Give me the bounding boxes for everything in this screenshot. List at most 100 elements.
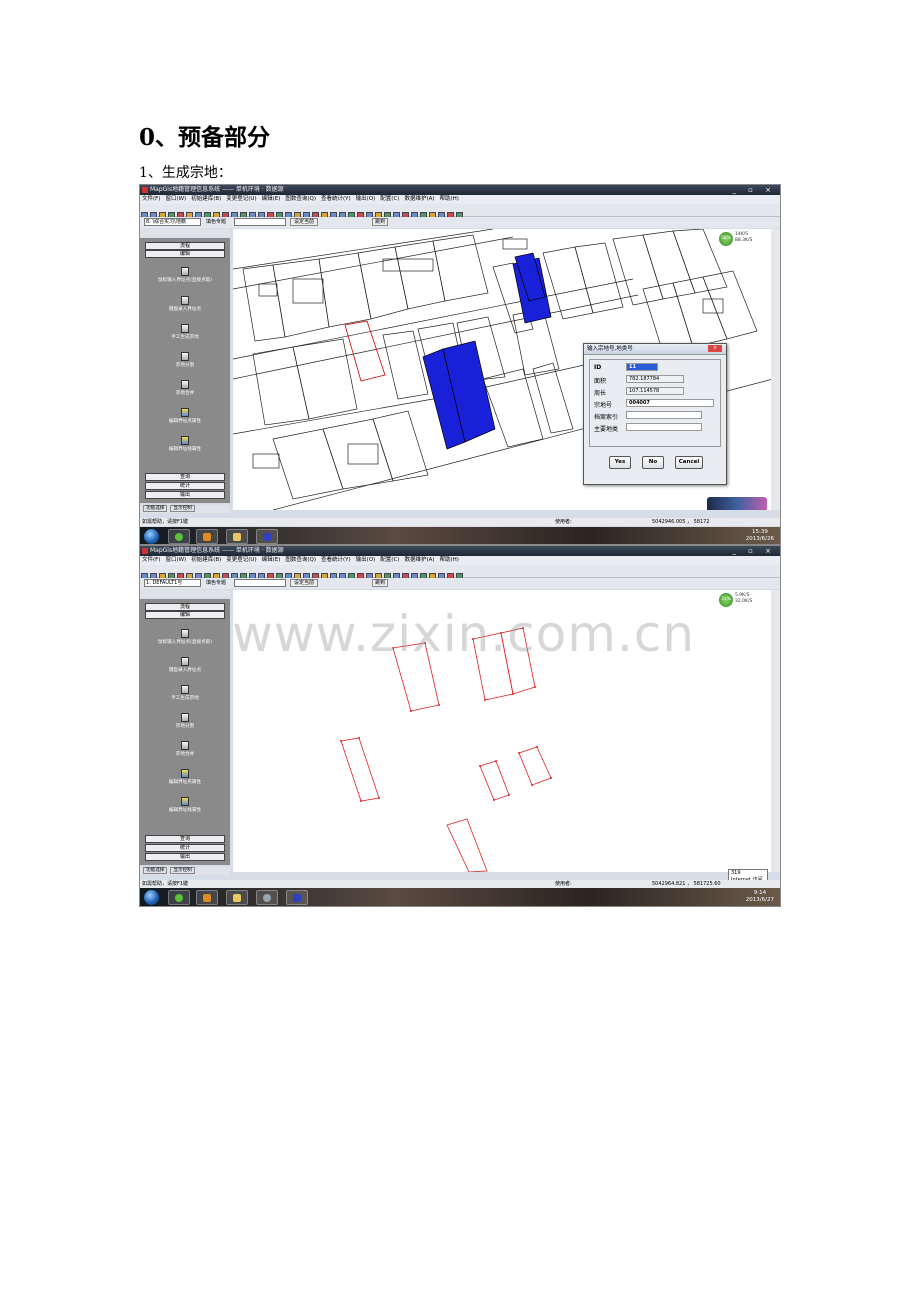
download-speed: 88.3K/S bbox=[735, 238, 753, 243]
menu-config[interactable]: 配置(C) bbox=[380, 557, 399, 563]
layer-select[interactable]: 1: DEFAULT1号 bbox=[144, 579, 201, 587]
dialog-close-icon[interactable]: × bbox=[708, 345, 722, 352]
panel-item-line-attr[interactable]: 编辑界址线属性 bbox=[145, 436, 225, 452]
cancel-button[interactable]: Cancel bbox=[675, 456, 703, 469]
archive-index-label: 档案索引 bbox=[594, 414, 619, 421]
status-user: 使用者: bbox=[555, 519, 572, 525]
no-button[interactable]: No bbox=[642, 456, 664, 469]
panel-process[interactable]: 流程 bbox=[145, 242, 225, 250]
parcel-number-field[interactable]: 004007 bbox=[626, 399, 714, 407]
layer-select[interactable]: 8: \综合实习\地籍 bbox=[144, 218, 201, 226]
panel-edit[interactable]: 编辑 bbox=[145, 611, 225, 619]
panel-query[interactable]: 查询 bbox=[145, 473, 225, 481]
menu-window[interactable]: 窗口(W) bbox=[165, 196, 186, 202]
land-type-field[interactable] bbox=[626, 423, 702, 431]
taskbar-explorer[interactable] bbox=[226, 529, 248, 544]
menu-output[interactable]: 输出(O) bbox=[356, 557, 376, 563]
start-icon[interactable] bbox=[144, 890, 159, 905]
panel-stats[interactable]: 统计 bbox=[145, 844, 225, 852]
theme-select[interactable] bbox=[234, 579, 286, 587]
menu-file[interactable]: 文件(F) bbox=[142, 557, 160, 563]
pick-button[interactable]: 跳到 bbox=[372, 579, 388, 587]
panel-tabs: 功能选择 显示控制 bbox=[140, 505, 230, 513]
tab-display[interactable]: 显示控制 bbox=[170, 867, 195, 874]
menu-change[interactable]: 变更登记(U) bbox=[226, 196, 256, 202]
window-controls[interactable]: _ ▫ × bbox=[732, 185, 776, 195]
panel-item-split[interactable]: 宗地分割 bbox=[145, 352, 225, 368]
network-percent: 58% bbox=[719, 232, 733, 246]
menu-help[interactable]: 帮助(H) bbox=[440, 557, 459, 563]
id-field[interactable]: 11 bbox=[626, 363, 658, 371]
panel-header bbox=[140, 229, 230, 237]
panel-item-manual-parcel[interactable]: 手工生成宗地 bbox=[145, 324, 225, 340]
menu-init[interactable]: 初始建库(B) bbox=[191, 196, 221, 202]
tab-function[interactable]: 功能选择 bbox=[143, 867, 168, 874]
panel-process[interactable]: 流程 bbox=[145, 603, 225, 611]
network-percent: 31% bbox=[719, 593, 733, 607]
pen-icon bbox=[181, 657, 189, 666]
tab-function[interactable]: 功能选择 bbox=[143, 505, 168, 512]
taskbar-media[interactable] bbox=[196, 890, 218, 905]
panel-output[interactable]: 输出 bbox=[145, 853, 225, 861]
taskbar-video[interactable] bbox=[256, 890, 278, 905]
menu-help[interactable]: 帮助(H) bbox=[440, 196, 459, 202]
window-controls[interactable]: _ ▫ × bbox=[732, 546, 776, 556]
yes-button[interactable]: Yes bbox=[609, 456, 631, 469]
menu-stats[interactable]: 查看统计(Y) bbox=[321, 196, 351, 202]
panel-item-point-attr[interactable]: 编辑界址点属性 bbox=[145, 408, 225, 424]
pick-button[interactable]: 跳到 bbox=[372, 218, 388, 226]
menu-window[interactable]: 窗口(W) bbox=[165, 557, 186, 563]
menu-query[interactable]: 图数查询(Q) bbox=[285, 557, 316, 563]
map-view[interactable]: 输入宗地号,地类号 × ID 11 面积 782.187784 周长 107.1… bbox=[233, 229, 771, 510]
panel-edit[interactable]: 编辑 bbox=[145, 250, 225, 258]
theme-label: 填色专题 bbox=[206, 219, 227, 225]
download-speed: 32.0K/S bbox=[735, 599, 753, 604]
menu-maint[interactable]: 数据维护(A) bbox=[404, 557, 434, 563]
menu-edit[interactable]: 编辑(E) bbox=[262, 557, 281, 563]
menu-stats[interactable]: 查看统计(Y) bbox=[321, 557, 351, 563]
menu-file[interactable]: 文件(F) bbox=[142, 196, 160, 202]
menu-output[interactable]: 输出(O) bbox=[356, 196, 376, 202]
panel-item-line-attr[interactable]: 编辑界址线属性 bbox=[145, 797, 225, 813]
menu-init[interactable]: 初始建库(B) bbox=[191, 557, 221, 563]
panel-item-split[interactable]: 宗地分割 bbox=[145, 713, 225, 729]
panel-tabs: 功能选择 显示控制 bbox=[140, 867, 230, 875]
vertical-scrollbar[interactable] bbox=[771, 590, 780, 872]
status-bar: 如需帮助，请按F1键 使用者: 5042964.821 ， 581725.60 bbox=[140, 880, 780, 888]
menu-config[interactable]: 配置(C) bbox=[380, 196, 399, 202]
taskbar-explorer[interactable] bbox=[226, 890, 248, 905]
menu-edit[interactable]: 编辑(E) bbox=[262, 196, 281, 202]
panel-item-keyboard-point[interactable]: 键盘录入界址点 bbox=[145, 296, 225, 312]
panel-item-keyboard-point[interactable]: 键盘录入界址点 bbox=[145, 657, 225, 673]
pen-icon bbox=[181, 324, 189, 333]
theme-select[interactable] bbox=[234, 218, 286, 226]
set-current-button[interactable]: 设定当前 bbox=[290, 579, 318, 587]
taskbar-browser[interactable] bbox=[168, 890, 190, 905]
panel-item-manual-parcel[interactable]: 手工生成宗地 bbox=[145, 685, 225, 701]
panel-item-merge[interactable]: 宗地合并 bbox=[145, 380, 225, 396]
menu-change[interactable]: 变更登记(U) bbox=[226, 557, 256, 563]
taskbar-mapgis[interactable] bbox=[256, 529, 278, 544]
taskbar-mapgis[interactable] bbox=[286, 890, 308, 905]
panel-item-mouse-point[interactable]: 鼠标输入界址点(直接点取) bbox=[145, 629, 225, 645]
taskbar-media[interactable] bbox=[196, 529, 218, 544]
perimeter-field[interactable]: 107.114578 bbox=[626, 387, 684, 395]
taskbar: 9:14 2013/6/27 bbox=[140, 888, 780, 906]
menu-query[interactable]: 图数查询(Q) bbox=[285, 196, 316, 202]
archive-index-field[interactable] bbox=[626, 411, 702, 419]
tab-display[interactable]: 显示控制 bbox=[170, 505, 195, 512]
panel-item-mouse-point[interactable]: 鼠标输入界址点(直接点取) bbox=[145, 267, 225, 283]
panel-item-merge[interactable]: 宗地合并 bbox=[145, 741, 225, 757]
vertical-scrollbar[interactable] bbox=[771, 229, 780, 510]
area-field[interactable]: 782.187784 bbox=[626, 375, 684, 383]
panel-stats[interactable]: 统计 bbox=[145, 482, 225, 490]
menu-maint[interactable]: 数据维护(A) bbox=[404, 196, 434, 202]
taskbar-browser[interactable] bbox=[168, 529, 190, 544]
panel-query[interactable]: 查询 bbox=[145, 835, 225, 843]
start-icon[interactable] bbox=[144, 529, 159, 544]
panel-item-point-attr[interactable]: 编辑界址点属性 bbox=[145, 769, 225, 785]
set-current-button[interactable]: 设定当前 bbox=[290, 218, 318, 226]
panel-output[interactable]: 输出 bbox=[145, 491, 225, 499]
system-clock: 9:14 2013/6/27 bbox=[745, 890, 774, 903]
dialog-fields: ID 11 面积 782.187784 周长 107.114578 宗地号 00… bbox=[589, 359, 721, 447]
